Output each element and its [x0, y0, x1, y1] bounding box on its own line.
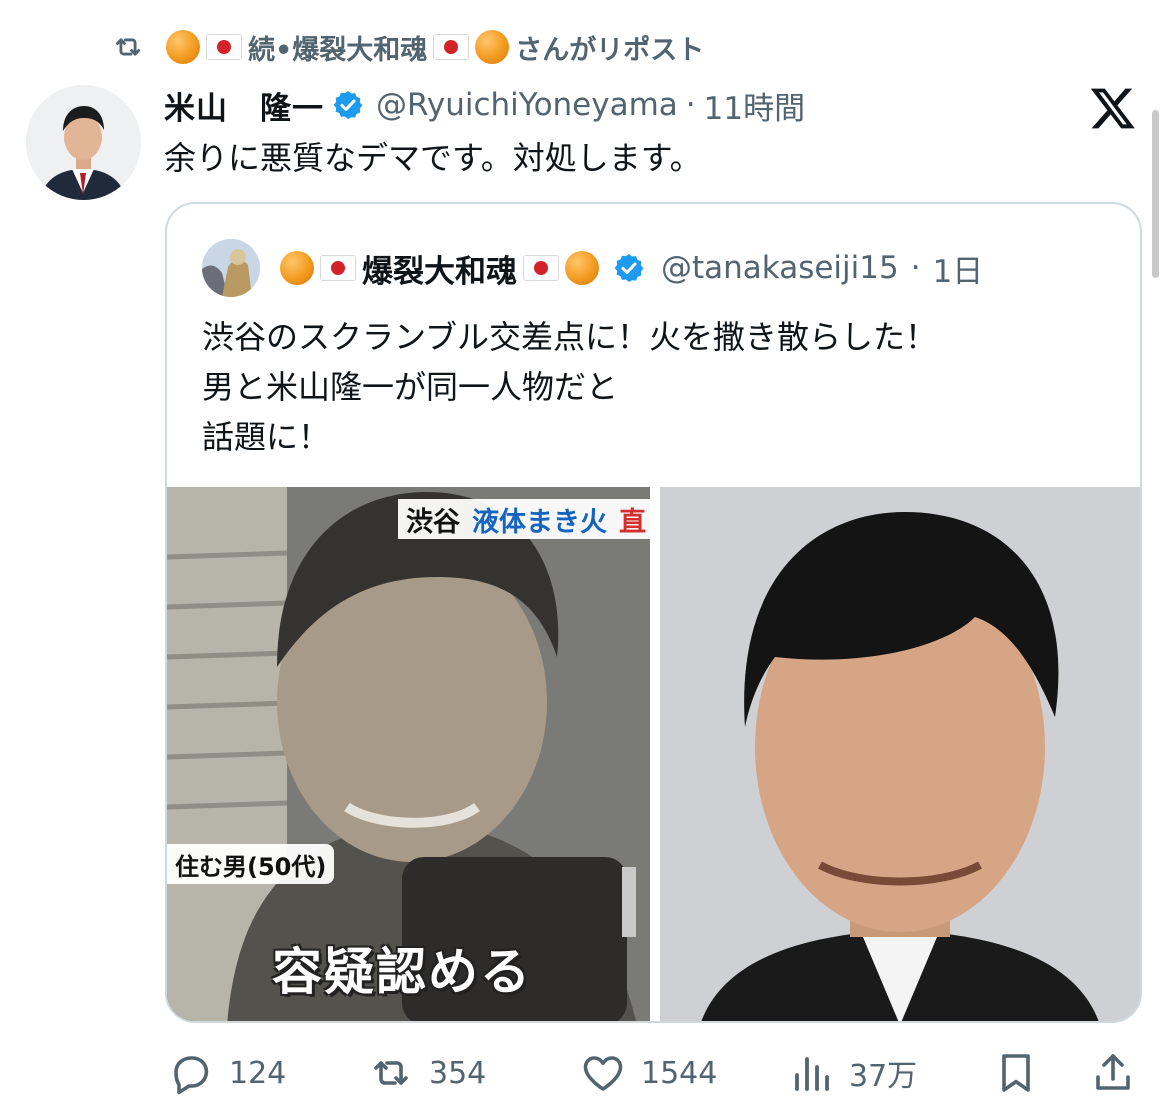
- reposter-name: 続•爆裂大和魂: [248, 34, 428, 66]
- quoted-author-row[interactable]: 爆裂大和魂 @tanakaseiji15 · 1日: [202, 238, 983, 298]
- repost-context[interactable]: 続•爆裂大和魂 さんがリポスト: [108, 28, 704, 66]
- tweet-text: 余りに悪質なデマです。対処します。: [164, 139, 702, 177]
- japan-flag-icon: [523, 255, 559, 281]
- author-handle[interactable]: @RyuichiYoneyama: [376, 87, 678, 123]
- orange-emoji-icon: [166, 30, 200, 64]
- media-image-news-still[interactable]: 渋谷 液体まき火 直 住む男(50代) 容疑認める: [167, 487, 650, 1021]
- share-icon: [1096, 1054, 1130, 1090]
- like-button[interactable]: 1544: [579, 1043, 717, 1103]
- japan-flag-icon: [320, 255, 356, 281]
- view-count: 37万: [849, 1059, 918, 1094]
- reply-button[interactable]: 124: [167, 1043, 286, 1103]
- quoted-text-line: 話題に！: [202, 418, 331, 456]
- quoted-media[interactable]: 渋谷 液体まき火 直 住む男(50代) 容疑認める: [167, 487, 1140, 1021]
- news-caption-top: 渋谷 液体まき火 直: [398, 499, 650, 539]
- tweet-action-bar: 124 354 1544 37万: [165, 1043, 1140, 1103]
- verified-badge-icon: [614, 254, 644, 282]
- caption-topic: 液体まき火: [472, 506, 607, 538]
- news-caption-headline: 容疑認める: [272, 943, 532, 1001]
- meta-separator: ·: [685, 87, 696, 123]
- scrollbar[interactable]: [1152, 110, 1159, 278]
- repost-count: 354: [429, 1055, 487, 1091]
- quoted-author-avatar[interactable]: [202, 239, 260, 297]
- like-count: 1544: [641, 1055, 718, 1091]
- author-avatar[interactable]: [26, 85, 141, 200]
- bookmark-button[interactable]: [992, 1043, 1040, 1103]
- views-button[interactable]: 37万: [787, 1043, 917, 1103]
- views-chart-icon: [795, 1057, 829, 1091]
- orange-emoji-icon: [280, 251, 314, 285]
- orange-emoji-icon: [475, 30, 510, 64]
- bookmark-icon: [1002, 1054, 1030, 1092]
- x-logo-icon[interactable]: [1088, 84, 1138, 132]
- quoted-tweet-card[interactable]: 爆裂大和魂 @tanakaseiji15 · 1日 渋谷のスクランブル交差点に！…: [165, 202, 1142, 1023]
- repost-icon: [115, 38, 141, 56]
- share-button[interactable]: [1089, 1043, 1137, 1103]
- reply-icon: [174, 1056, 209, 1095]
- caption-tag: 直: [619, 506, 646, 538]
- quoted-author-name[interactable]: 爆裂大和魂: [362, 246, 517, 291]
- author-name[interactable]: 米山 隆一: [164, 83, 324, 128]
- reply-count: 124: [229, 1055, 287, 1091]
- caption-location: 渋谷: [406, 506, 460, 538]
- repost-icon: [374, 1061, 408, 1085]
- media-divider: [650, 487, 660, 1021]
- orange-emoji-icon: [565, 251, 599, 285]
- tweet-author-row[interactable]: 米山 隆一 @RyuichiYoneyama · 11時間: [164, 80, 805, 130]
- news-caption-person: 住む男(50代): [167, 844, 335, 884]
- media-image-portrait[interactable]: [660, 487, 1140, 1021]
- repost-suffix: さんがリポスト: [515, 34, 705, 66]
- quoted-text-line: 男と米山隆一が同一人物だと: [202, 368, 619, 406]
- quoted-author-handle[interactable]: @tanakaseiji15: [661, 250, 899, 286]
- quoted-tweet-text: 渋谷のスクランブル交差点に！火を撒き散らした！ 男と米山隆一が同一人物だと 話題…: [202, 312, 937, 462]
- japan-flag-icon: [433, 34, 470, 60]
- japan-flag-icon: [206, 34, 242, 60]
- repost-button[interactable]: 354: [367, 1043, 486, 1103]
- verified-badge-icon: [333, 91, 363, 119]
- quoted-tweet-time[interactable]: 1日: [933, 246, 984, 291]
- quoted-text-line: 渋谷のスクランブル交差点に！火を撒き散らした！: [202, 318, 938, 356]
- heart-icon: [583, 1056, 623, 1091]
- meta-separator: ·: [910, 250, 921, 286]
- tweet-time[interactable]: 11時間: [704, 83, 805, 128]
